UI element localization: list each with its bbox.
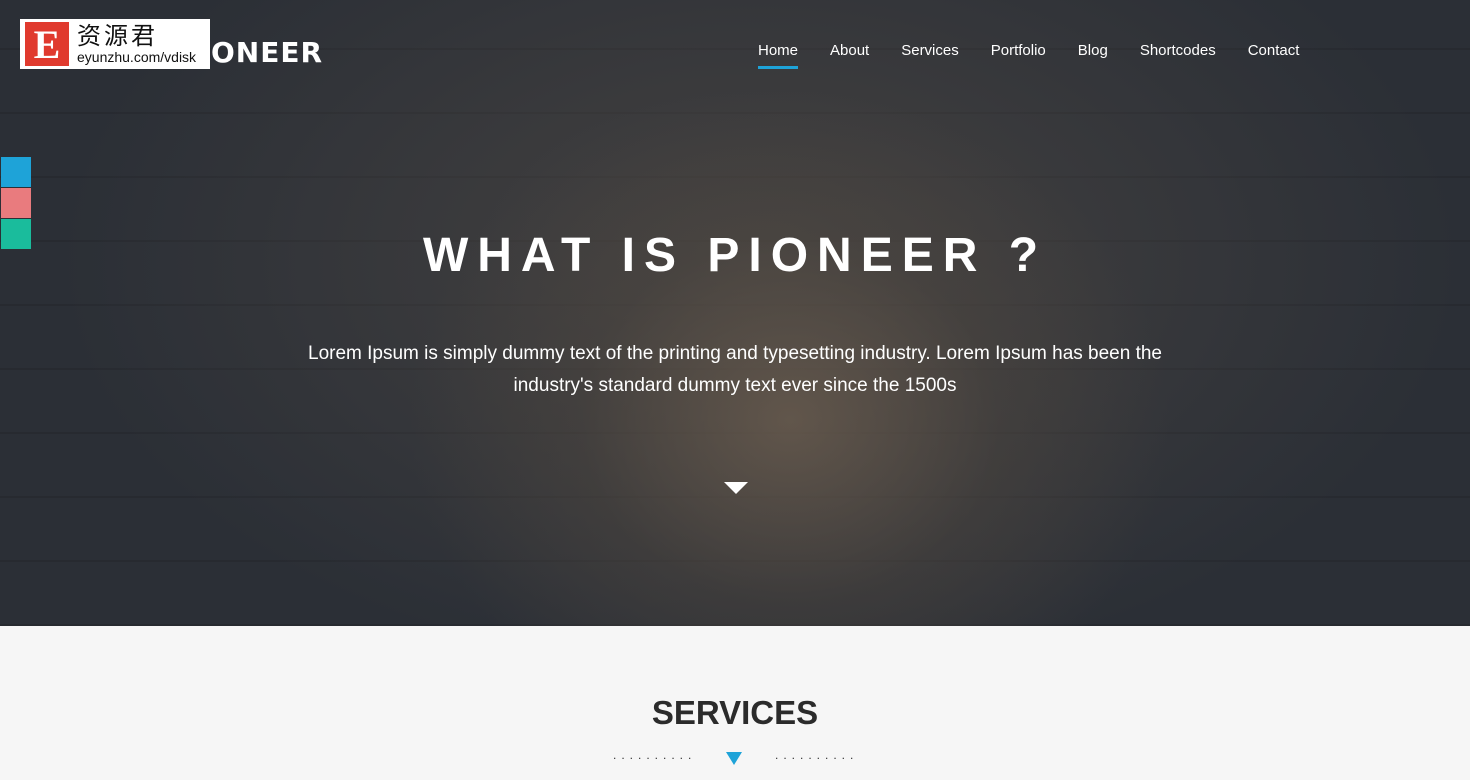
main-nav: Home About Services Portfolio Blog Shortcodes…: [742, 42, 1315, 70]
hero-text: Lorem Ipsum is simply dummy text of the …: [308, 343, 1162, 396]
divider-dots-left: ..........: [613, 748, 697, 762]
brand-name[interactable]: ONEER: [211, 36, 323, 69]
hero-section: E 资源君 eyunzhu.com/vdisk ONEER Home About S…: [0, 0, 1470, 626]
logo-chinese: 资源君: [77, 22, 158, 50]
color-swatch[interactable]: [1, 188, 31, 218]
logo-url: eyunzhu.com/vdisk: [77, 49, 197, 65]
caret-down-icon[interactable]: [724, 482, 748, 494]
color-swatch[interactable]: [1, 157, 31, 187]
nav-contact[interactable]: Contact: [1232, 42, 1316, 70]
logo-mark: E: [25, 22, 69, 67]
hero-title: WHAT IS PIONEER ?: [422, 229, 1048, 282]
logo[interactable]: E 资源君 eyunzhu.com/vdisk: [20, 19, 210, 69]
nav-blog[interactable]: Blog: [1062, 42, 1124, 70]
nav-services[interactable]: Services: [885, 42, 975, 70]
divider-dots-right: ..........: [775, 748, 859, 762]
nav-shortcodes[interactable]: Shortcodes: [1124, 42, 1232, 70]
nav-about[interactable]: About: [814, 42, 885, 70]
section-title: SERVICES: [651, 694, 819, 731]
caret-down-icon: [726, 752, 742, 765]
nav-portfolio[interactable]: Portfolio: [975, 42, 1062, 70]
nav-home[interactable]: Home: [742, 42, 814, 70]
